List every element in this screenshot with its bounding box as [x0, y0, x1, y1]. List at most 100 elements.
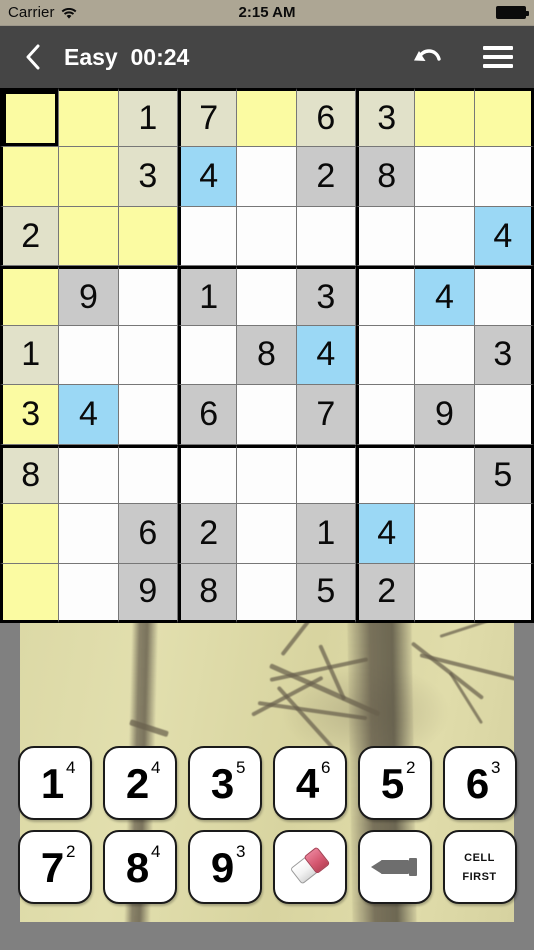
sudoku-cell-r6c1[interactable]: 3	[0, 385, 60, 445]
sudoku-cell-r2c9[interactable]	[474, 147, 534, 207]
sudoku-cell-r3c3[interactable]	[118, 206, 178, 267]
sudoku-cell-r2c2[interactable]	[59, 147, 119, 207]
sudoku-cell-r7c5[interactable]	[237, 444, 297, 505]
sudoku-cell-r2c1[interactable]	[0, 147, 60, 207]
sudoku-cell-r1c2[interactable]	[59, 88, 119, 148]
sudoku-cell-r9c6[interactable]: 5	[296, 563, 356, 623]
sudoku-cell-r5c5[interactable]: 8	[237, 325, 297, 386]
sudoku-cell-r6c5[interactable]	[237, 385, 297, 445]
sudoku-cell-r4c5[interactable]	[237, 266, 297, 326]
key-9[interactable]: 93	[187, 830, 262, 904]
sudoku-cell-r3c5[interactable]	[237, 206, 297, 267]
sudoku-cell-r5c6[interactable]: 4	[296, 325, 356, 386]
sudoku-cell-r4c7[interactable]	[355, 266, 416, 326]
sudoku-cell-r8c5[interactable]	[237, 504, 297, 564]
sudoku-cell-r9c2[interactable]	[59, 563, 119, 623]
sudoku-cell-r9c4[interactable]: 8	[177, 563, 238, 623]
sudoku-cell-r8c3[interactable]: 6	[118, 504, 178, 564]
sudoku-cell-r6c4[interactable]: 6	[177, 385, 238, 445]
sudoku-cell-r1c6[interactable]: 6	[296, 88, 356, 148]
sudoku-cell-r3c9[interactable]: 4	[474, 206, 534, 267]
sudoku-cell-r2c5[interactable]	[237, 147, 297, 207]
key-4[interactable]: 46	[272, 746, 347, 820]
menu-button[interactable]	[482, 42, 514, 72]
sudoku-cell-r3c4[interactable]	[177, 206, 238, 267]
sudoku-cell-r6c9[interactable]	[474, 385, 534, 445]
undo-button[interactable]	[412, 42, 444, 72]
sudoku-cell-r9c1[interactable]	[0, 563, 60, 623]
sudoku-cell-r4c3[interactable]	[118, 266, 178, 326]
sudoku-cell-r9c7[interactable]: 2	[355, 563, 416, 623]
sudoku-cell-r1c8[interactable]	[415, 88, 475, 148]
sudoku-cell-r4c6[interactable]: 3	[296, 266, 356, 326]
sudoku-cell-r7c6[interactable]	[296, 444, 356, 505]
sudoku-cell-r3c8[interactable]	[415, 206, 475, 267]
sudoku-cell-r5c4[interactable]	[177, 325, 238, 386]
key-8[interactable]: 84	[102, 830, 177, 904]
sudoku-cell-r3c7[interactable]	[355, 206, 416, 267]
sudoku-cell-r1c7[interactable]: 3	[355, 88, 416, 148]
sudoku-cell-r5c9[interactable]: 3	[474, 325, 534, 386]
sudoku-cell-r8c2[interactable]	[59, 504, 119, 564]
sudoku-cell-r4c4[interactable]: 1	[177, 266, 238, 326]
sudoku-cell-r2c7[interactable]: 8	[355, 147, 416, 207]
sudoku-cell-r6c8[interactable]: 9	[415, 385, 475, 445]
sudoku-cell-r6c7[interactable]	[355, 385, 416, 445]
sudoku-cell-r2c4[interactable]: 4	[177, 147, 238, 207]
sudoku-cell-r7c8[interactable]	[415, 444, 475, 505]
sudoku-cell-r9c8[interactable]	[415, 563, 475, 623]
key-cell-first[interactable]: Cell First	[442, 830, 517, 904]
sudoku-cell-r5c8[interactable]	[415, 325, 475, 386]
key-remaining-count: 3	[236, 842, 246, 861]
sudoku-cell-r9c9[interactable]	[474, 563, 534, 623]
sudoku-board[interactable]: 176334282491341843346798562149852	[0, 88, 534, 623]
sudoku-cell-r4c2[interactable]: 9	[59, 266, 119, 326]
sudoku-cell-r8c8[interactable]	[415, 504, 475, 564]
sudoku-cell-r8c9[interactable]	[474, 504, 534, 564]
sudoku-cell-r7c1[interactable]: 8	[0, 444, 60, 505]
sudoku-cell-r6c6[interactable]: 7	[296, 385, 356, 445]
sudoku-cell-r2c6[interactable]: 2	[296, 147, 356, 207]
sudoku-cell-r2c3[interactable]: 3	[118, 147, 178, 207]
sudoku-cell-r3c1[interactable]: 2	[0, 206, 60, 267]
sudoku-cell-r9c3[interactable]: 9	[118, 563, 178, 623]
key-5[interactable]: 52	[357, 746, 432, 820]
sudoku-cell-r1c5[interactable]	[237, 88, 297, 148]
sudoku-cell-r3c2[interactable]	[59, 206, 119, 267]
sudoku-cell-r3c6[interactable]	[296, 206, 356, 267]
sudoku-cell-r1c3[interactable]: 1	[118, 88, 178, 148]
key-pencil-mark[interactable]	[357, 830, 432, 904]
sudoku-cell-r7c4[interactable]	[177, 444, 238, 505]
sudoku-cell-r5c1[interactable]: 1	[0, 325, 60, 386]
sudoku-cell-r5c2[interactable]	[59, 325, 119, 386]
key-6[interactable]: 63	[442, 746, 517, 820]
sudoku-cell-r1c4[interactable]: 7	[177, 88, 238, 148]
sudoku-cell-r9c5[interactable]	[237, 563, 297, 623]
key-digit-label: 1	[40, 760, 65, 807]
sudoku-cell-r1c1[interactable]	[0, 88, 60, 148]
sudoku-cell-r8c6[interactable]: 1	[296, 504, 356, 564]
key-3[interactable]: 35	[187, 746, 262, 820]
sudoku-cell-r6c3[interactable]	[118, 385, 178, 445]
sudoku-cell-r2c8[interactable]	[415, 147, 475, 207]
key-2[interactable]: 24	[102, 746, 177, 820]
sudoku-cell-r4c9[interactable]	[474, 266, 534, 326]
sudoku-cell-r1c9[interactable]	[474, 88, 534, 148]
number-keypad[interactable]: 1 4 2 4 3 5 4 6 5 2 6 3 7 2 8 4 9 3 Cell First	[0, 746, 534, 904]
key-7[interactable]: 72	[17, 830, 92, 904]
sudoku-cell-r7c9[interactable]: 5	[474, 444, 534, 505]
sudoku-cell-r7c3[interactable]	[118, 444, 178, 505]
key-eraser[interactable]	[272, 830, 347, 904]
sudoku-cell-r6c2[interactable]: 4	[59, 385, 119, 445]
back-button[interactable]	[20, 42, 46, 72]
key-1[interactable]: 14	[17, 746, 92, 820]
sudoku-cell-r4c1[interactable]	[0, 266, 60, 326]
sudoku-cell-r5c3[interactable]	[118, 325, 178, 386]
sudoku-cell-r8c7[interactable]: 4	[355, 504, 416, 564]
sudoku-cell-r5c7[interactable]	[355, 325, 416, 386]
sudoku-cell-r7c7[interactable]	[355, 444, 416, 505]
sudoku-cell-r8c1[interactable]	[0, 504, 60, 564]
sudoku-cell-r4c8[interactable]: 4	[415, 266, 475, 326]
sudoku-cell-r8c4[interactable]: 2	[177, 504, 238, 564]
sudoku-cell-r7c2[interactable]	[59, 444, 119, 505]
